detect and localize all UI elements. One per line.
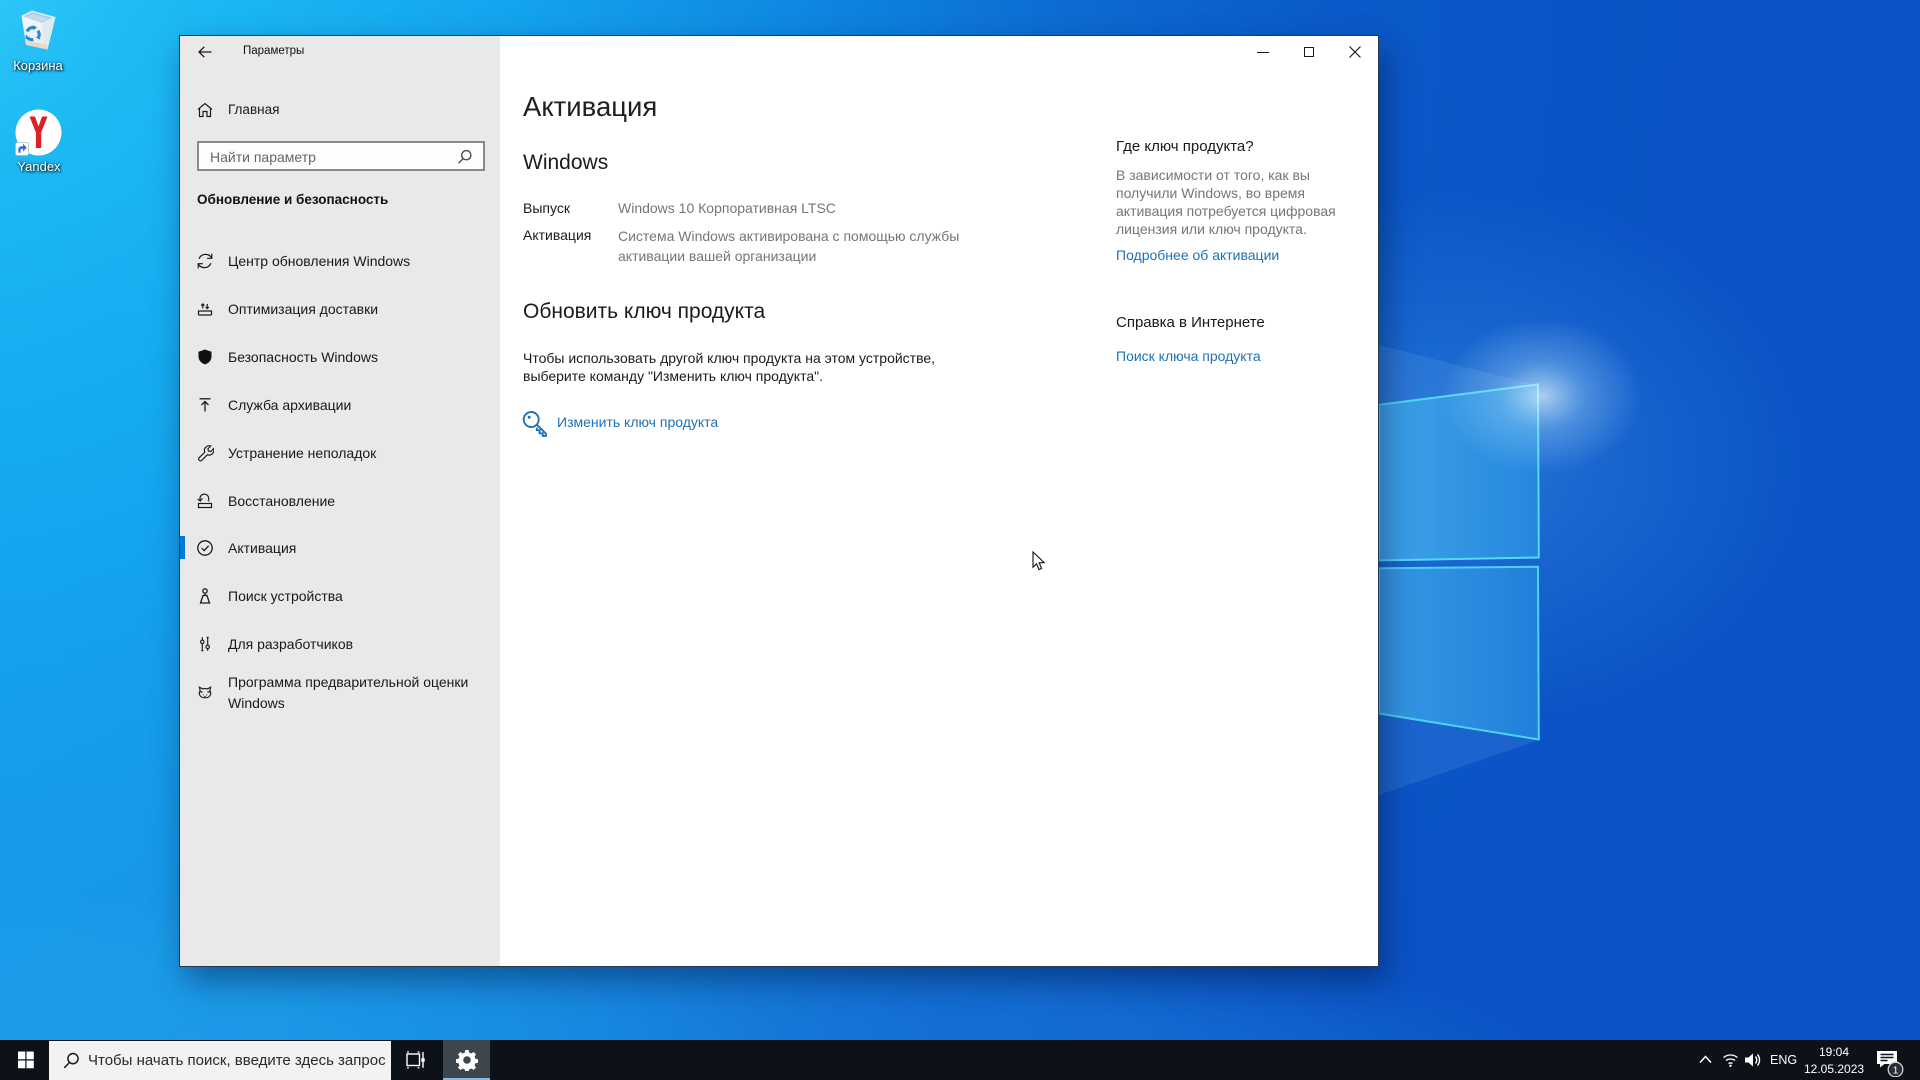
svg-text:1: 1: [1893, 1064, 1899, 1076]
